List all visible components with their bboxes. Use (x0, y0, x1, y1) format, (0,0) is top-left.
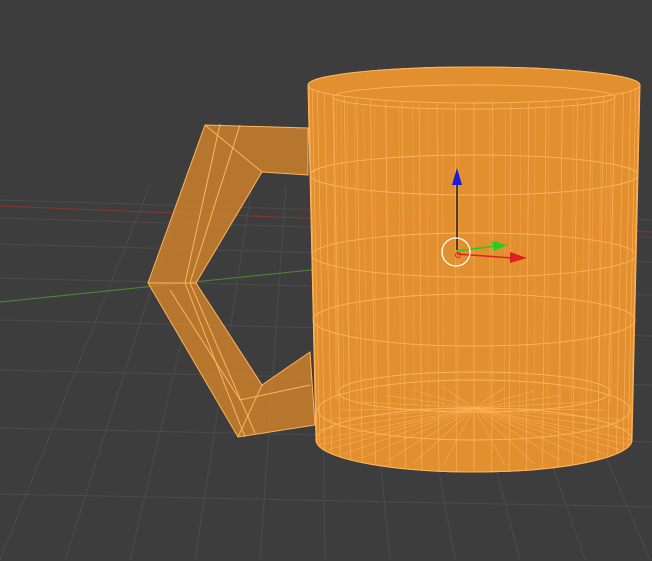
3d-viewport[interactable] (0, 0, 652, 561)
grid-line (0, 493, 652, 508)
mug-handle[interactable] (147, 123, 316, 438)
mug-body[interactable] (307, 66, 641, 473)
viewport-canvas[interactable] (0, 0, 652, 561)
